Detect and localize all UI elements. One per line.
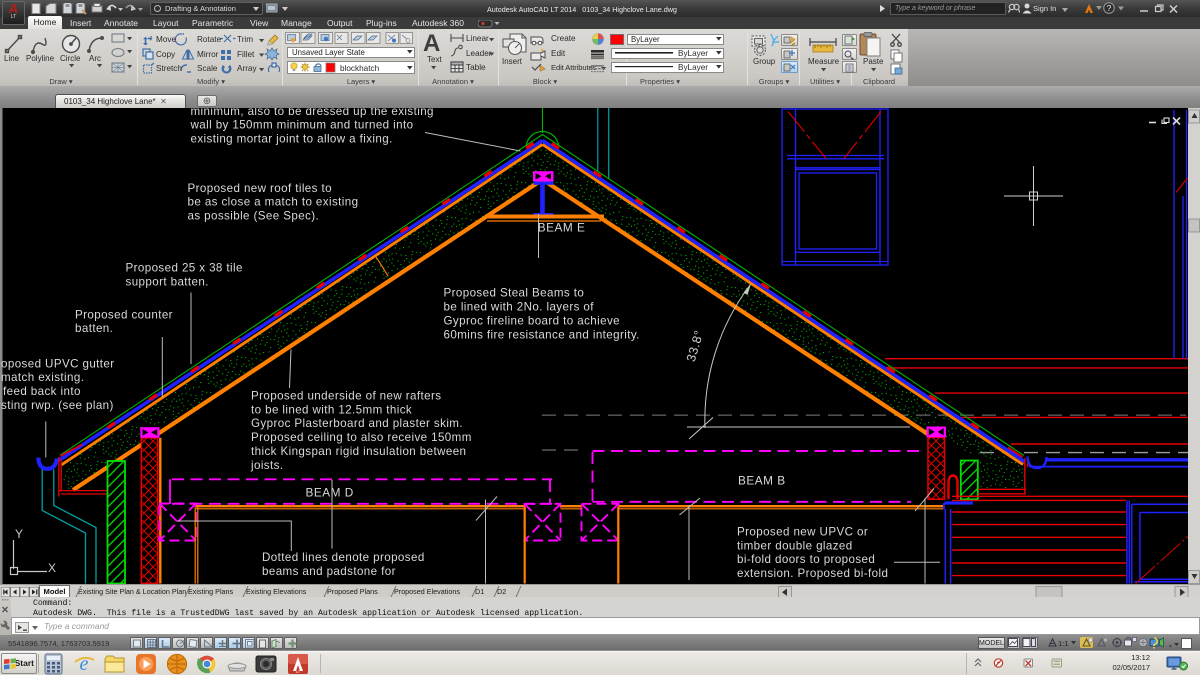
svg-text:thick Kingspan rigid insulatio: thick Kingspan rigid insulation between <box>251 445 466 458</box>
svg-text:BEAM D: BEAM D <box>306 486 354 500</box>
svg-text:extension. Proposed bi-fold: extension. Proposed bi-fold <box>737 567 888 580</box>
svg-text:batten.: batten. <box>75 322 113 335</box>
svg-text:bi-fold doors to proposed: bi-fold doors to proposed <box>737 553 875 566</box>
svg-text:Proposed ceiling to also recei: Proposed ceiling to also receive 150mm <box>251 431 472 444</box>
svg-text:BEAM B: BEAM B <box>738 473 786 487</box>
svg-text:1:1: 1:1 <box>1058 639 1068 648</box>
svg-text:Proposed Steal Beams to: Proposed Steal Beams to <box>444 287 585 300</box>
svg-text:feed back into: feed back into <box>3 385 81 398</box>
svg-text:e: e <box>80 653 89 675</box>
svg-text:?: ? <box>1107 3 1112 13</box>
svg-text:existing mortar joint to allow: existing mortar joint to allow a fixing. <box>191 133 393 146</box>
svg-text:Proposed new UPVC or: Proposed new UPVC or <box>737 525 868 538</box>
svg-text:wall by 150mm minimum and turn: wall by 150mm minimum and turned into <box>190 119 414 132</box>
svg-text:Proposed underside of new raft: Proposed underside of new rafters <box>251 389 441 402</box>
svg-text:timber double glazed: timber double glazed <box>737 539 853 552</box>
svg-text:X: X <box>48 561 56 575</box>
svg-text:match existing.: match existing. <box>1 371 84 384</box>
svg-text:oposed UPVC gutter: oposed UPVC gutter <box>1 357 115 370</box>
svg-text:Gyproc fireline board to achie: Gyproc fireline board to achieve <box>444 314 621 327</box>
svg-text:Dotted lines denote proposed: Dotted lines denote proposed <box>262 551 425 564</box>
svg-text:beams and padstone for: beams and padstone for <box>262 565 396 578</box>
svg-text:joists.: joists. <box>250 459 283 472</box>
svg-text:be lined with 2No. layers of: be lined with 2No. layers of <box>444 301 595 314</box>
svg-text:LT: LT <box>296 669 301 674</box>
svg-text:BEAM E: BEAM E <box>538 220 586 234</box>
svg-text:Gyproc Plasterboard and plaste: Gyproc Plasterboard and plaster skim. <box>251 417 463 430</box>
svg-text:Proposed new roof tiles to: Proposed new roof tiles to <box>188 182 332 195</box>
svg-text:support batten.: support batten. <box>126 275 209 288</box>
svg-text:sting rwp. (see plan): sting rwp. (see plan) <box>1 399 114 412</box>
svg-text:Proposed 25 x 38 tile: Proposed 25 x 38 tile <box>126 262 243 275</box>
svg-text:be as close a match to existin: be as close a match to existing <box>188 196 359 209</box>
svg-text:as possible (See Spec).: as possible (See Spec). <box>188 210 320 223</box>
svg-text:to be lined with 12.5mm thick: to be lined with 12.5mm thick <box>251 403 412 416</box>
svg-text:minimum, also to be dressed up: minimum, also to be dressed up the exist… <box>191 108 434 118</box>
svg-text:Proposed counter: Proposed counter <box>75 308 173 321</box>
svg-text:Y: Y <box>15 527 23 541</box>
svg-text:60mins fire resistance and int: 60mins fire resistance and integrity. <box>444 328 640 341</box>
